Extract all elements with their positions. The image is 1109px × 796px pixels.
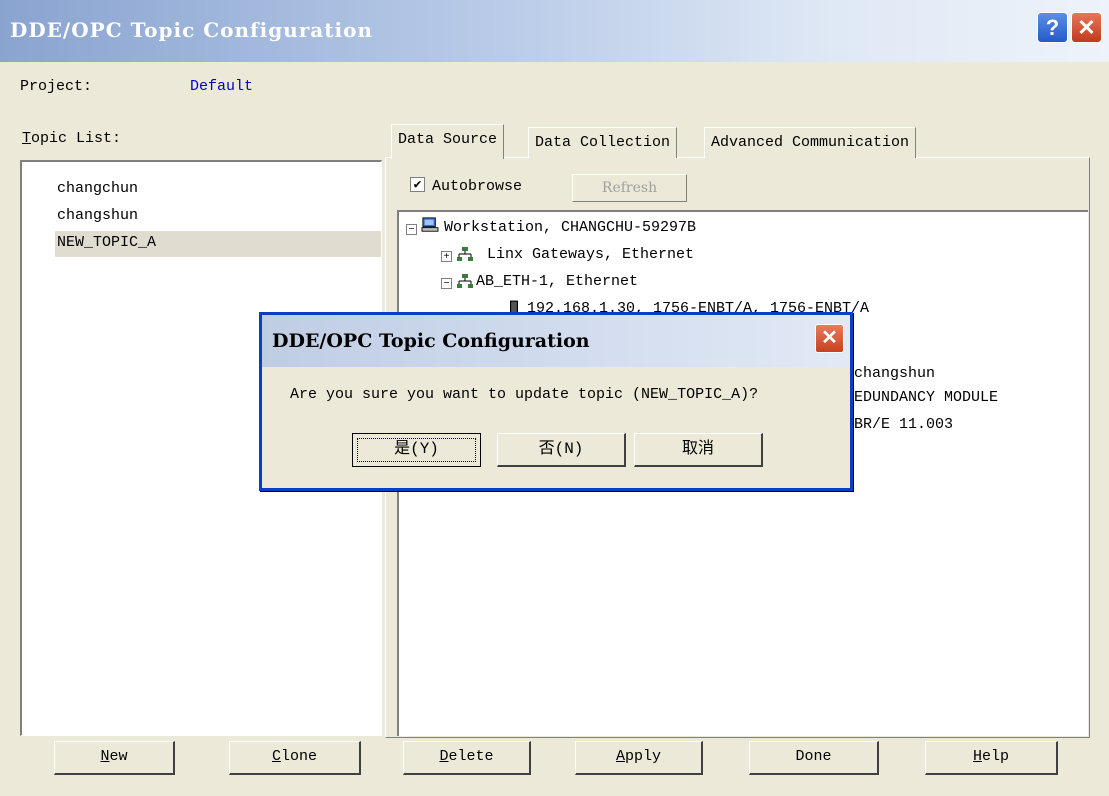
window-title: DDE/OPC Topic Configuration bbox=[10, 18, 373, 42]
topic-item-changchun[interactable]: changchun bbox=[57, 180, 138, 197]
autobrowse-label: Autobrowse bbox=[432, 178, 523, 195]
help-button[interactable]: Help bbox=[925, 741, 1058, 775]
tab-data-source[interactable]: Data Source bbox=[391, 124, 505, 159]
refresh-button[interactable]: Refresh bbox=[572, 174, 687, 202]
collapse-icon[interactable]: − bbox=[441, 278, 452, 289]
dialog-title: DDE/OPC Topic Configuration bbox=[272, 330, 590, 352]
tree-partial-redundancy: EDUNDANCY MODULE bbox=[854, 389, 999, 406]
dialog-close-button[interactable]: ✕ bbox=[815, 324, 844, 353]
dialog-cancel-button[interactable]: 取消 bbox=[634, 433, 763, 467]
network-icon bbox=[457, 247, 473, 261]
dialog-no-button[interactable]: 否(N) bbox=[497, 433, 626, 467]
project-label: Project: bbox=[20, 78, 93, 95]
tree-node-ab-eth-1[interactable]: AB_ETH-1, Ethernet bbox=[476, 273, 638, 290]
new-button[interactable]: New bbox=[54, 741, 175, 775]
tree-node-workstation[interactable]: Workstation, CHANGCHU-59297B bbox=[444, 219, 696, 236]
network-icon bbox=[457, 274, 473, 288]
dialog-yes-button[interactable]: 是(Y) bbox=[352, 433, 481, 467]
tree-partial-revision: BR/E 11.003 bbox=[854, 416, 954, 433]
close-icon: ✕ bbox=[1077, 15, 1096, 40]
apply-button[interactable]: Apply bbox=[575, 741, 703, 775]
delete-button[interactable]: Delete bbox=[403, 741, 531, 775]
project-value: Default bbox=[190, 78, 254, 95]
main-window: DDE/OPC Topic Configuration ? ✕ Project:… bbox=[0, 0, 1109, 796]
dialog-title-bar[interactable]: DDE/OPC Topic Configuration ✕ bbox=[262, 315, 850, 367]
autobrowse-checkbox[interactable]: ✔ bbox=[410, 177, 425, 192]
topic-list-label: Topic List: bbox=[22, 130, 122, 147]
tree-partial-changshun: changshun bbox=[854, 365, 936, 382]
topic-item-changshun[interactable]: changshun bbox=[57, 207, 138, 224]
tab-advanced-communication[interactable]: Advanced Communication bbox=[704, 127, 917, 158]
dialog-message: Are you sure you want to update topic (N… bbox=[290, 386, 759, 403]
title-bar[interactable]: DDE/OPC Topic Configuration ? ✕ bbox=[0, 0, 1109, 62]
clone-button[interactable]: Clone bbox=[229, 741, 361, 775]
done-button[interactable]: Done bbox=[749, 741, 879, 775]
question-mark-icon: ? bbox=[1045, 15, 1060, 40]
tab-data-collection[interactable]: Data Collection bbox=[528, 127, 678, 158]
close-icon: ✕ bbox=[821, 327, 838, 349]
confirm-dialog: DDE/OPC Topic Configuration ✕ Are you su… bbox=[259, 312, 853, 491]
collapse-icon[interactable]: − bbox=[406, 224, 417, 235]
tree-node-linx-gateways[interactable]: Linx Gateways, Ethernet bbox=[487, 246, 694, 263]
expand-icon[interactable]: + bbox=[441, 251, 452, 262]
close-title-button[interactable]: ✕ bbox=[1071, 12, 1102, 43]
help-title-button[interactable]: ? bbox=[1037, 12, 1068, 43]
computer-icon bbox=[421, 217, 439, 232]
topic-item-new-topic-a[interactable]: NEW_TOPIC_A bbox=[57, 234, 156, 251]
